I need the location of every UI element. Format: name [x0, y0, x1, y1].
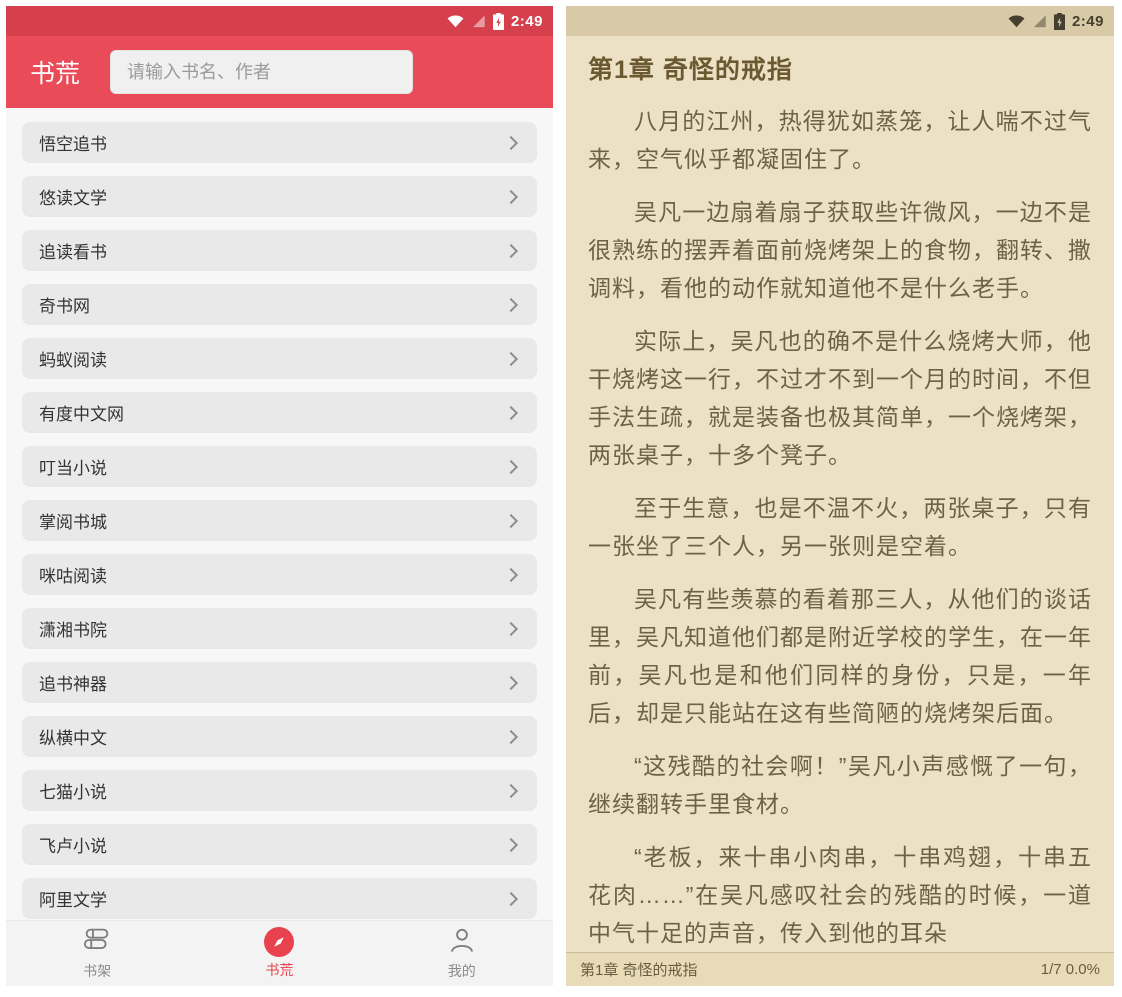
chevron-right-icon	[504, 297, 518, 311]
paragraph: 实际上，吴凡也的确不是什么烧烤大师，他干烧烤这一行，不过才不到一个月的时间，不但…	[588, 322, 1092, 474]
person-icon	[448, 927, 476, 958]
source-label: 追读看书	[39, 238, 107, 263]
footer-chapter-name: 第1章 奇怪的戒指	[580, 959, 698, 980]
battery-charging-icon	[493, 13, 504, 30]
chevron-right-icon	[504, 567, 518, 581]
tab-label-bookshelf: 书架	[83, 961, 111, 981]
bookshelf-icon	[82, 927, 112, 958]
no-signal-icon	[1032, 14, 1047, 28]
source-label: 潇湘书院	[39, 616, 107, 641]
search-input[interactable]	[110, 50, 413, 94]
source-row-dingdangxiaoshuo[interactable]: 叮当小说	[22, 446, 537, 487]
source-label: 咪咕阅读	[39, 562, 107, 587]
chevron-right-icon	[504, 189, 518, 203]
source-label: 阿里文学	[39, 886, 107, 911]
chevron-right-icon	[504, 351, 518, 365]
no-signal-icon	[471, 14, 486, 28]
wifi-icon	[1008, 14, 1025, 28]
reader-status-bar: 2:49	[566, 6, 1114, 36]
chevron-right-icon	[504, 675, 518, 689]
source-label: 悟空追书	[39, 130, 107, 155]
source-row-youduzhongwenwang[interactable]: 有度中文网	[22, 392, 537, 433]
chevron-right-icon	[504, 729, 518, 743]
source-row-zhuishushenqi[interactable]: 追书神器	[22, 662, 537, 703]
wifi-icon	[447, 14, 464, 28]
chevron-right-icon	[504, 405, 518, 419]
right-screen-reader: 2:49 第1章 奇怪的戒指 八月的江州，热得犹如蒸笼，让人喘不过气来，空气似乎…	[566, 6, 1114, 986]
source-row-youduwenxue[interactable]: 悠读文学	[22, 176, 537, 217]
paragraph: 八月的江州，热得犹如蒸笼，让人喘不过气来，空气似乎都凝固住了。	[588, 102, 1092, 178]
tab-label-mine: 我的	[448, 961, 476, 981]
source-label: 蚂蚁阅读	[39, 346, 107, 371]
source-row-miguyuedu[interactable]: 咪咕阅读	[22, 554, 537, 595]
left-screen-book-app: 2:49 书荒 悟空追书 悠读文学 追读看书 奇书网 蚂蚁阅读 有度中文网 叮当…	[6, 6, 553, 986]
source-row-wukongzhuishu[interactable]: 悟空追书	[22, 122, 537, 163]
source-row-aliwenxue[interactable]: 阿里文学	[22, 878, 537, 919]
chevron-right-icon	[504, 837, 518, 851]
chevron-right-icon	[504, 459, 518, 473]
left-status-bar: 2:49	[6, 6, 553, 36]
app-title: 书荒	[30, 54, 80, 90]
paragraph: “老板，来十串小肉串，十串鸡翅，十串五花肉……”在吴凡感叹社会的残酷的时候，一道…	[588, 838, 1092, 952]
paragraph: 吴凡一边扇着扇子获取些许微风，一边不是很熟练的摆弄着面前烧烤架上的食物，翻转、撒…	[588, 193, 1092, 307]
chevron-right-icon	[504, 621, 518, 635]
tab-label-discover: 书荒	[265, 960, 293, 980]
chevron-right-icon	[504, 243, 518, 257]
clock-text: 2:49	[1072, 13, 1104, 30]
source-label: 追书神器	[39, 670, 107, 695]
source-row-mayiyuedu[interactable]: 蚂蚁阅读	[22, 338, 537, 379]
source-row-zhuidukanshu[interactable]: 追读看书	[22, 230, 537, 271]
chevron-right-icon	[504, 135, 518, 149]
source-label: 奇书网	[39, 292, 90, 317]
source-row-zhangyueshucheng[interactable]: 掌阅书城	[22, 500, 537, 541]
app-header: 书荒	[6, 36, 553, 108]
source-label: 悠读文学	[39, 184, 107, 209]
battery-charging-icon	[1054, 13, 1065, 30]
chevron-right-icon	[504, 513, 518, 527]
source-label: 纵横中文	[39, 724, 107, 749]
chapter-title: 第1章 奇怪的戒指	[588, 50, 1092, 86]
source-label: 七猫小说	[39, 778, 107, 803]
chevron-right-icon	[504, 783, 518, 797]
tab-bookshelf[interactable]: 书架	[6, 927, 188, 981]
tab-discover-active[interactable]: 书荒	[188, 927, 370, 980]
reader-footer-bar: 第1章 奇怪的戒指 1/7 0.0%	[566, 952, 1114, 986]
paragraph: 至于生意，也是不温不火，两张桌子，只有一张坐了三个人，另一张则是空着。	[588, 489, 1092, 565]
paragraph: 吴凡有些羡慕的看着那三人，从他们的谈话里，吴凡知道他们都是附近学校的学生，在一年…	[588, 580, 1092, 732]
source-label: 掌阅书城	[39, 508, 107, 533]
tab-mine[interactable]: 我的	[371, 927, 553, 981]
source-label: 飞卢小说	[39, 832, 107, 857]
source-label: 有度中文网	[39, 400, 124, 425]
clock-text: 2:49	[511, 13, 543, 30]
book-source-list: 悟空追书 悠读文学 追读看书 奇书网 蚂蚁阅读 有度中文网 叮当小说 掌阅书城 …	[6, 108, 553, 920]
source-label: 叮当小说	[39, 454, 107, 479]
bottom-tab-bar: 书架 书荒 我的	[6, 920, 553, 986]
source-row-qimaoxiaoshuo[interactable]: 七猫小说	[22, 770, 537, 811]
compass-icon	[264, 927, 294, 957]
paragraph: “这残酷的社会啊！”吴凡小声感慨了一句，继续翻转手里食材。	[588, 747, 1092, 823]
source-row-feiluxiaoshuo[interactable]: 飞卢小说	[22, 824, 537, 865]
chevron-right-icon	[504, 891, 518, 905]
source-row-xiaoxiangshuyuan[interactable]: 潇湘书院	[22, 608, 537, 649]
stage: 2:49 书荒 悟空追书 悠读文学 追读看书 奇书网 蚂蚁阅读 有度中文网 叮当…	[0, 0, 1122, 997]
footer-progress: 1/7 0.0%	[1041, 961, 1100, 978]
reader-page[interactable]: 第1章 奇怪的戒指 八月的江州，热得犹如蒸笼，让人喘不过气来，空气似乎都凝固住了…	[566, 36, 1114, 952]
source-row-qishuwang[interactable]: 奇书网	[22, 284, 537, 325]
source-row-zonghengzhongwen[interactable]: 纵横中文	[22, 716, 537, 757]
